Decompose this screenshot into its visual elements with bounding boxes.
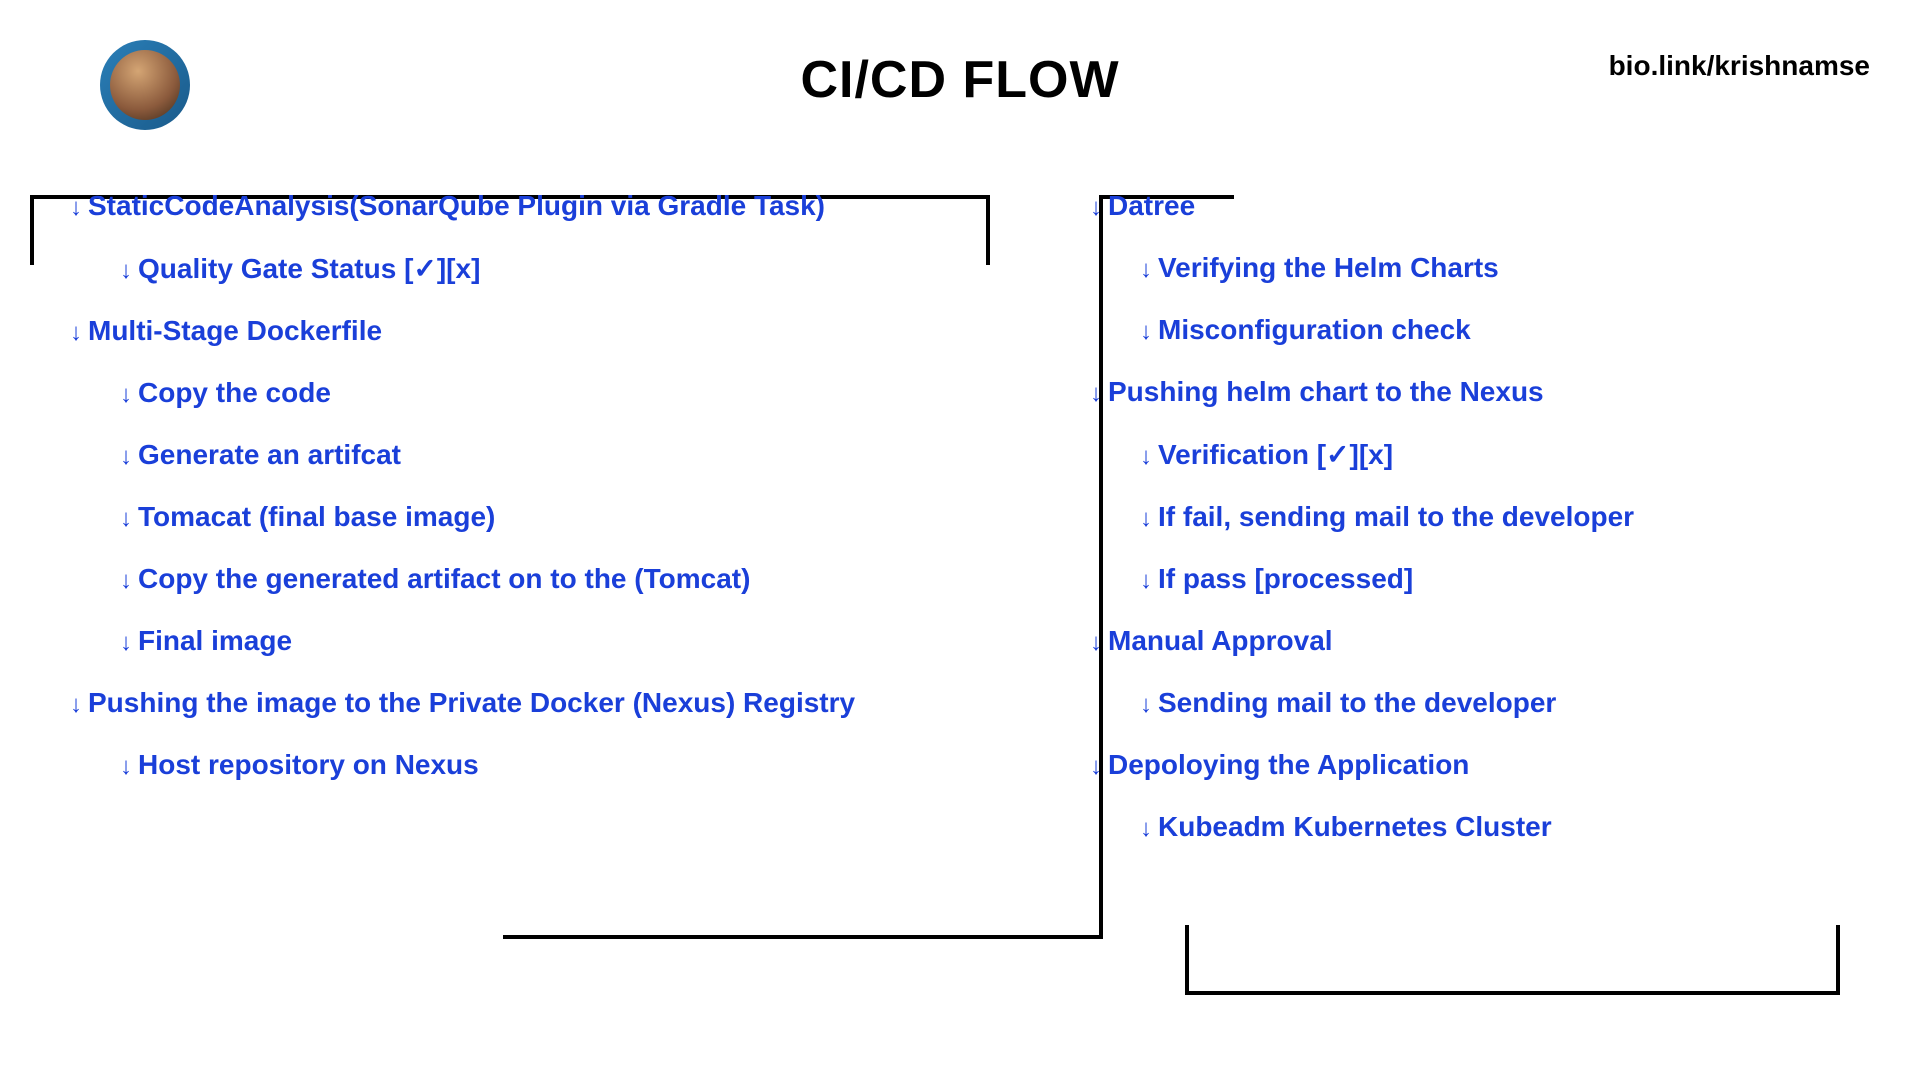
arrow-down-icon: ↓	[120, 567, 132, 595]
flow-text: Pushing the image to the Private Docker …	[88, 687, 855, 718]
flow-text: Host repository on Nexus	[138, 749, 479, 780]
flow-item: ↓Datree	[1060, 190, 1880, 222]
flow-text: Generate an artifcat	[138, 439, 401, 470]
arrow-down-icon: ↓	[1140, 256, 1152, 284]
arrow-down-icon: ↓	[70, 691, 82, 719]
avatar	[100, 40, 190, 130]
content: ↓StaticCodeAnalysis(SonarQube Plugin via…	[0, 130, 1920, 893]
flow-item: ↓Generate an artifcat	[40, 439, 860, 471]
flow-item: ↓Copy the generated artifact on to the (…	[40, 563, 860, 595]
bracket-bottom-right	[1185, 925, 1840, 995]
flow-item: ↓Tomacat (final base image)	[40, 501, 860, 533]
flow-item: ↓Multi-Stage Dockerfile	[40, 315, 860, 347]
flow-item: ↓Final image	[40, 625, 860, 657]
flow-text: If pass [processed]	[1158, 563, 1413, 594]
arrow-down-icon: ↓	[120, 443, 132, 471]
arrow-down-icon: ↓	[1090, 194, 1102, 222]
flow-text: Copy the code	[138, 377, 331, 408]
arrow-down-icon: ↓	[1140, 505, 1152, 533]
arrow-down-icon: ↓	[70, 194, 82, 222]
arrow-down-icon: ↓	[120, 629, 132, 657]
flow-item: ↓Depoloying the Application	[1060, 749, 1880, 781]
flow-item: ↓Misconfiguration check	[1060, 314, 1880, 346]
arrow-down-icon: ↓	[1140, 815, 1152, 843]
flow-text: Quality Gate Status [✓][x]	[138, 253, 480, 284]
flow-item: ↓Copy the code	[40, 377, 860, 409]
flow-item: ↓Kubeadm Kubernetes Cluster	[1060, 811, 1880, 843]
flow-text: Multi-Stage Dockerfile	[88, 315, 382, 346]
flow-text: Final image	[138, 625, 292, 656]
arrow-down-icon: ↓	[1140, 691, 1152, 719]
arrow-down-icon: ↓	[1090, 753, 1102, 781]
flow-text: Kubeadm Kubernetes Cluster	[1158, 811, 1552, 842]
flow-item: ↓StaticCodeAnalysis(SonarQube Plugin via…	[40, 190, 860, 222]
arrow-down-icon: ↓	[120, 381, 132, 409]
flow-text: Verifying the Helm Charts	[1158, 252, 1499, 283]
left-column: ↓StaticCodeAnalysis(SonarQube Plugin via…	[40, 190, 920, 873]
flow-item: ↓Sending mail to the developer	[1060, 687, 1880, 719]
connector-horizontal	[503, 935, 1103, 939]
arrow-down-icon: ↓	[1090, 380, 1102, 408]
arrow-down-icon: ↓	[1140, 567, 1152, 595]
arrow-down-icon: ↓	[1090, 629, 1102, 657]
flow-text: Sending mail to the developer	[1158, 687, 1556, 718]
flow-item: ↓Pushing helm chart to the Nexus	[1060, 376, 1880, 408]
arrow-down-icon: ↓	[1140, 318, 1152, 346]
arrow-down-icon: ↓	[120, 257, 132, 285]
arrow-down-icon: ↓	[120, 753, 132, 781]
flow-text: Misconfiguration check	[1158, 314, 1471, 345]
header: CI/CD FLOW bio.link/krishnamse	[0, 0, 1920, 130]
flow-text: Datree	[1108, 190, 1195, 221]
flow-item: ↓Pushing the image to the Private Docker…	[40, 687, 860, 719]
flow-item: ↓Verification [✓][x]	[1060, 438, 1880, 471]
flow-item: ↓If fail, sending mail to the developer	[1060, 501, 1880, 533]
flow-text: Copy the generated artifact on to the (T…	[138, 563, 750, 594]
flow-item: ↓Verifying the Helm Charts	[1060, 252, 1880, 284]
avatar-image	[110, 50, 180, 120]
flow-text: Depoloying the Application	[1108, 749, 1469, 780]
flow-item: ↓If pass [processed]	[1060, 563, 1880, 595]
arrow-down-icon: ↓	[70, 319, 82, 347]
flow-text: If fail, sending mail to the developer	[1158, 501, 1634, 532]
flow-text: StaticCodeAnalysis(SonarQube Plugin via …	[88, 190, 825, 221]
flow-item: ↓Quality Gate Status [✓][x]	[40, 252, 860, 285]
bio-link: bio.link/krishnamse	[1609, 50, 1870, 82]
arrow-down-icon: ↓	[120, 505, 132, 533]
flow-item: ↓Manual Approval	[1060, 625, 1880, 657]
flow-text: Manual Approval	[1108, 625, 1333, 656]
page-title: CI/CD FLOW	[40, 20, 1880, 110]
right-column: ↓Datree ↓Verifying the Helm Charts ↓Misc…	[920, 190, 1880, 873]
flow-text: Verification [✓][x]	[1158, 439, 1393, 470]
flow-item: ↓Host repository on Nexus	[40, 749, 860, 781]
flow-text: Tomacat (final base image)	[138, 501, 495, 532]
arrow-down-icon: ↓	[1140, 443, 1152, 471]
flow-text: Pushing helm chart to the Nexus	[1108, 376, 1544, 407]
